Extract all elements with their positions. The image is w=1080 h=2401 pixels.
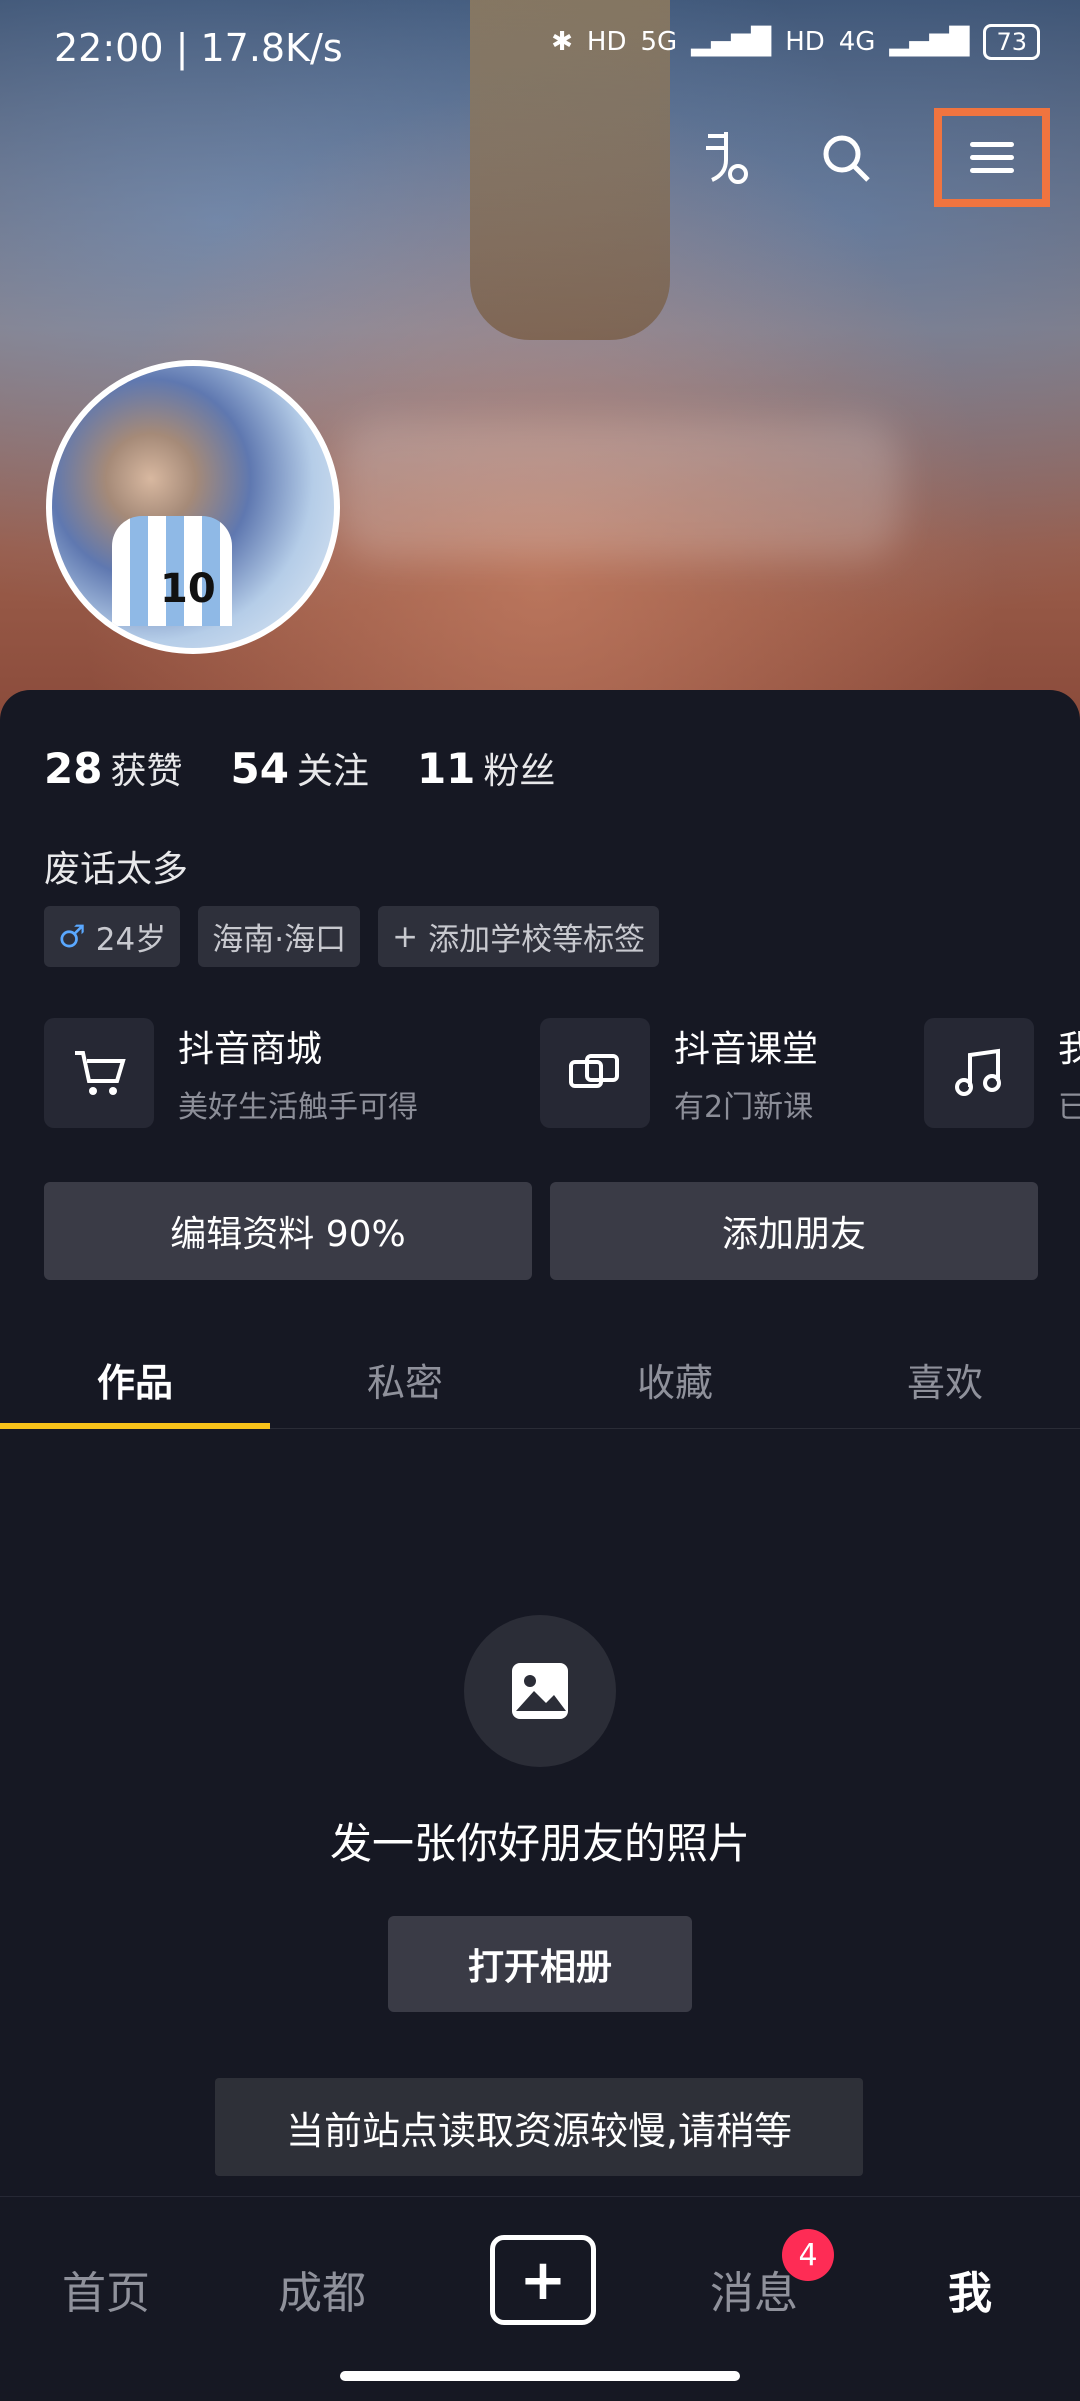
network-label-2: 4G	[838, 27, 876, 57]
profile-panel: 28 获赞 54 关注 11 粉丝 废话太多 ♂ 24岁 海南·海口 + 添加学校等标签 …	[0, 690, 1080, 2200]
profile-bio[interactable]: 废话太多	[44, 840, 188, 892]
signal-icon: ▂▄▆█	[691, 27, 772, 57]
bottom-navigation: 首页 成都 + 消息 4 我	[0, 2196, 1080, 2401]
profile-actions: 编辑资料 90% 添加朋友	[44, 1182, 1038, 1280]
battery-icon: 73	[983, 24, 1040, 60]
bluetooth-icon: ✱	[551, 27, 573, 57]
toast-message: 当前站点读取资源较慢,请稍等	[215, 2078, 863, 2176]
plus-icon: +	[392, 918, 419, 955]
cart-icon	[44, 1018, 154, 1128]
service-classroom[interactable]: 抖音课堂 有2门新课	[540, 1018, 818, 1128]
edit-profile-button[interactable]: 编辑资料 90%	[44, 1182, 532, 1280]
plus-icon: +	[519, 2247, 567, 2313]
network-label-1: 5G	[640, 27, 678, 57]
avatar[interactable]: 10	[46, 360, 340, 654]
services-row: 抖音商城 美好生活触手可得 抖音课堂 有2门新课 我已	[44, 1018, 1080, 1130]
nav-home[interactable]: 首页	[62, 2257, 150, 2321]
tab-favorites[interactable]: 收藏	[540, 1340, 810, 1428]
music-icon	[924, 1018, 1034, 1128]
tag-age[interactable]: ♂ 24岁	[44, 906, 181, 967]
tab-private[interactable]: 私密	[270, 1340, 540, 1428]
profile-stats: 28 获赞 54 关注 11 粉丝	[44, 742, 555, 794]
status-time: 22:00 | 17.8K/s	[54, 26, 343, 70]
avatar-jersey-number: 10	[160, 566, 216, 612]
messages-badge: 4	[782, 2229, 834, 2281]
menu-button[interactable]	[934, 108, 1050, 207]
male-icon: ♂	[58, 918, 86, 955]
blurred-username-area	[340, 420, 900, 560]
hd-label-1: HD	[586, 27, 627, 57]
status-bar: 22:00 | 17.8K/s ✱ HD 5G ▂▄▆█ HD 4G ▂▄▆█ …	[0, 0, 1080, 96]
profile-tags: ♂ 24岁 海南·海口 + 添加学校等标签	[44, 906, 660, 967]
search-icon[interactable]	[814, 126, 878, 190]
home-indicator[interactable]	[340, 2371, 740, 2381]
status-indicators: ✱ HD 5G ▂▄▆█ HD 4G ▂▄▆█ 73	[551, 24, 1040, 60]
menu-icon	[970, 142, 1014, 147]
open-album-button[interactable]: 打开相册	[388, 1916, 692, 2012]
nav-me[interactable]: 我	[948, 2257, 992, 2321]
nav-city[interactable]: 成都	[278, 2257, 366, 2321]
add-friend-button[interactable]: 添加朋友	[550, 1182, 1038, 1280]
stat-followers[interactable]: 11 粉丝	[417, 742, 555, 794]
visitor-icon[interactable]	[694, 126, 758, 190]
signal-icon-2: ▂▄▆█	[889, 27, 970, 57]
tab-likes[interactable]: 喜欢	[810, 1340, 1080, 1428]
tab-works[interactable]: 作品	[0, 1340, 270, 1429]
create-button[interactable]: +	[490, 2235, 596, 2325]
empty-state-message: 发一张你好朋友的照片	[329, 1819, 750, 1868]
service-mall[interactable]: 抖音商城 美好生活触手可得	[44, 1018, 418, 1128]
tag-add-school[interactable]: + 添加学校等标签	[378, 906, 660, 967]
image-icon	[464, 1615, 616, 1767]
classroom-icon	[540, 1018, 650, 1128]
content-tabs: 作品 私密 收藏 喜欢	[0, 1340, 1080, 1429]
hd-label-2: HD	[785, 27, 825, 57]
stat-likes[interactable]: 28 获赞	[44, 742, 182, 794]
tag-location[interactable]: 海南·海口	[198, 906, 361, 967]
stat-following[interactable]: 54 关注	[230, 742, 368, 794]
service-music[interactable]: 我已	[924, 1018, 1080, 1128]
top-actions	[694, 108, 1050, 207]
